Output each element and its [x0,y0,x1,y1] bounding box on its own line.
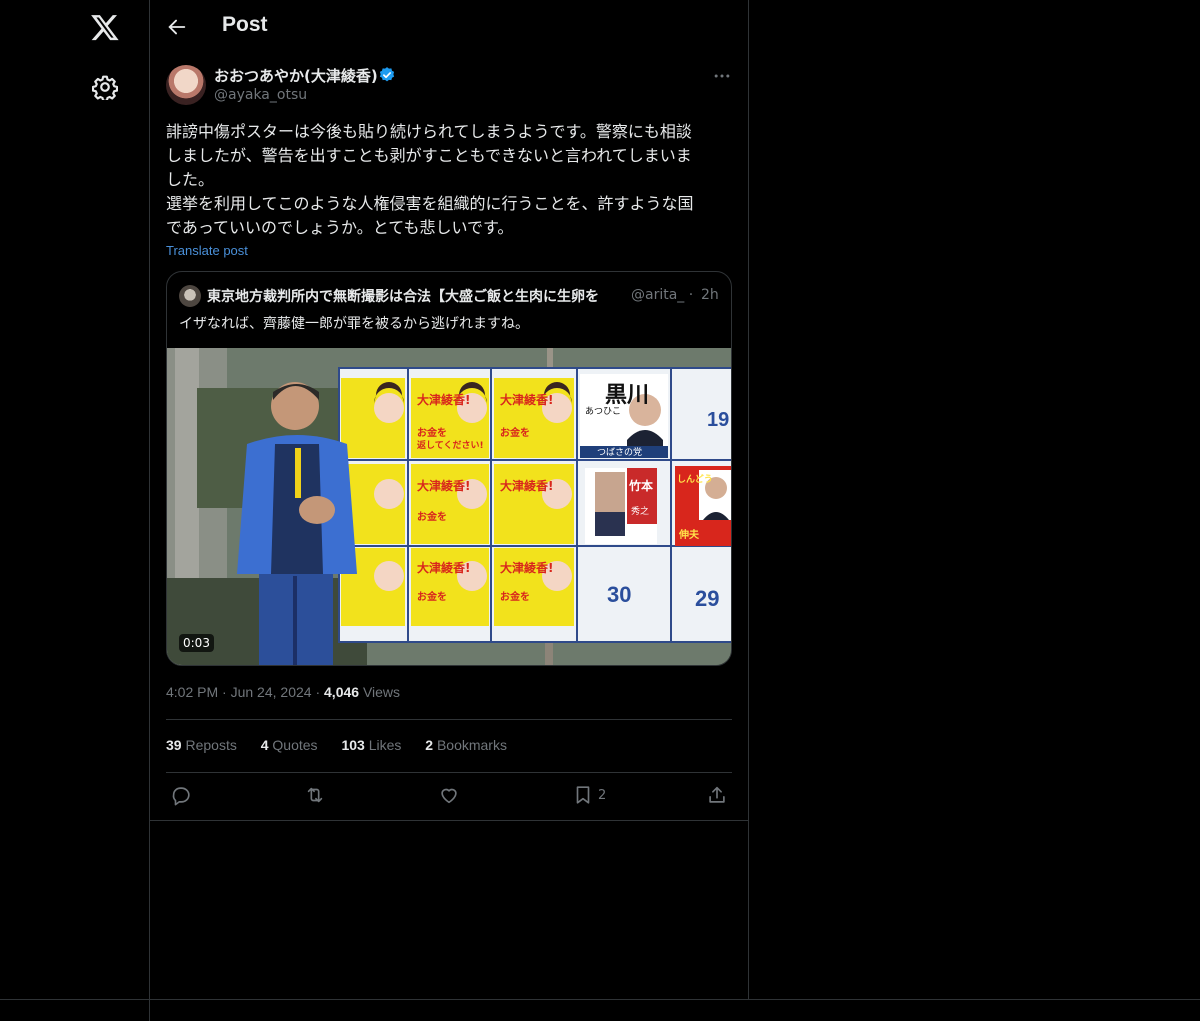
likes-count: 103 [341,737,365,753]
post-text-line: した。 [166,170,215,189]
meta-separator: · [315,684,325,700]
action-bar: 2 [166,784,732,808]
quotes-stat[interactable]: 4 Quotes [261,737,318,753]
poster-takemoto-text: 竹本 [628,478,653,493]
reply-icon [172,787,190,806]
post-bottom-border [150,820,749,821]
author-avatar[interactable] [166,65,206,105]
poster-name-text: 大津綾香! [500,478,553,493]
quoted-post-time: 2h [701,287,719,303]
quoted-handle-text: @arita_ [631,287,685,303]
page-title: Post [222,13,268,36]
poster-party-text: つばさの党 [597,446,642,458]
post-detail-column: Post おおつあやか(大津綾香) @ayaka_otsu 誹謗中傷ポスターは今… [150,0,749,1000]
poster-line2-text: 返してください! [417,439,484,451]
video-frame: 大津綾香! お金を 返してください! 大津綾香! お金を 大津綾香! お金を 大… [167,348,731,665]
board-number-30: 30 [607,582,631,607]
bookmark-button[interactable] [572,784,594,808]
reply-button[interactable] [170,784,192,808]
x-logo-icon[interactable] [90,12,120,42]
post-text-line: 選挙を利用してこのような人権侵害を組織的に行うことを、許すような国 [166,194,694,213]
poster-line1-text: お金を [500,426,530,439]
post-text-line: 誹謗中傷ポスターは今後も貼り続けられてしまうようです。警察にも相談 [166,122,692,141]
engagement-stats: 39 Reposts 4 Quotes 103 Likes 2 Bookmark… [166,737,527,753]
verified-badge-icon [379,67,395,82]
likes-label: Likes [368,737,402,753]
like-button[interactable] [438,784,460,808]
poster-nobuo-text: 伸夫 [678,528,700,541]
quoted-author-avatar[interactable] [179,285,201,307]
poster-name-text: 大津綾香! [500,392,553,407]
poster-atsuhiko-text: あつひこ [585,406,621,417]
share-icon [709,786,725,803]
author-handle[interactable]: @ayaka_otsu [214,87,307,103]
poster-line1-text: お金を [417,510,447,523]
post-meta: 4:02 PM · Jun 24, 2024 · 4,046 Views [166,684,400,700]
back-arrow-icon[interactable] [166,16,188,38]
page-header: Post [150,0,749,56]
divider [166,719,732,720]
post-text-line: であっていいのでしょうか。とても悲しいです。 [166,218,514,237]
translate-post-link[interactable]: Translate post [166,243,248,258]
bookmark-icon [576,786,590,804]
views-count: 4,046 [324,684,360,700]
poster-name-text: 大津綾香! [417,478,470,493]
poster-line1-text: お金を [417,426,447,439]
poster-kurokawa-text: 黒川 [605,383,649,408]
divider [166,772,732,773]
bookmarks-count: 2 [425,737,434,753]
reposts-count: 39 [166,737,182,753]
video-player[interactable]: 大津綾香! お金を 返してください! 大津綾香! お金を 大津綾香! お金を 大… [167,348,731,665]
repost-button[interactable] [304,784,326,808]
left-nav-rail [0,0,150,1021]
repost-icon [307,787,323,803]
reposts-stat[interactable]: 39 Reposts [166,737,237,753]
meta-separator: · [222,684,231,700]
video-duration-badge: 0:03 [179,634,214,652]
reposts-label: Reposts [185,737,237,753]
quoted-post-card[interactable]: 東京地方裁判所内で無断撮影は合法【大盛ご飯と生肉に生卵を @arita_ · 2… [166,271,732,666]
views-label: Views [362,684,401,700]
post-text-line: しましたが、警告を出すことも剥がすこともできないと言われてしまいま [166,146,692,165]
gear-icon[interactable] [92,74,118,100]
share-button[interactable] [706,784,728,808]
likes-stat[interactable]: 103 Likes [341,737,401,753]
poster-name-text: 大津綾香! [417,560,470,575]
bookmarks-stat[interactable]: 2 Bookmarks [425,737,507,753]
page-bottom-border [0,999,1200,1000]
poster-name-text: 大津綾香! [417,392,470,407]
post-time[interactable]: 4:02 PM [166,684,218,700]
like-icon [441,788,457,804]
poster-line1-text: お金を [417,590,447,603]
poster-shindo-text: しんどう [677,473,713,485]
quoted-author-name[interactable]: 東京地方裁判所内で無断撮影は合法【大盛ご飯と生肉に生卵を [207,286,599,306]
board-number-19: 19 [707,409,729,431]
quoted-post-text: イザなれば、齊藤健一郎が罪を被るから逃げれますね。 [179,316,529,332]
author-name[interactable]: おおつあやか(大津綾香) [214,65,378,86]
bookmark-count: 2 [598,788,607,803]
quotes-label: Quotes [272,737,318,753]
board-number-29: 29 [695,586,719,611]
poster-name-text: 大津綾香! [500,560,553,575]
bookmarks-label: Bookmarks [436,737,507,753]
post-text: 誹謗中傷ポスターは今後も貼り続けられてしまうようです。警察にも相談 しましたが、… [166,120,734,240]
quoted-author-handle: @arita_ · [631,287,694,303]
more-icon[interactable] [712,66,732,86]
quotes-count: 4 [260,737,269,753]
post-date[interactable]: Jun 24, 2024 [231,684,312,700]
poster-hideyuki-text: 秀之 [631,505,649,517]
poster-line1-text: お金を [500,590,530,603]
